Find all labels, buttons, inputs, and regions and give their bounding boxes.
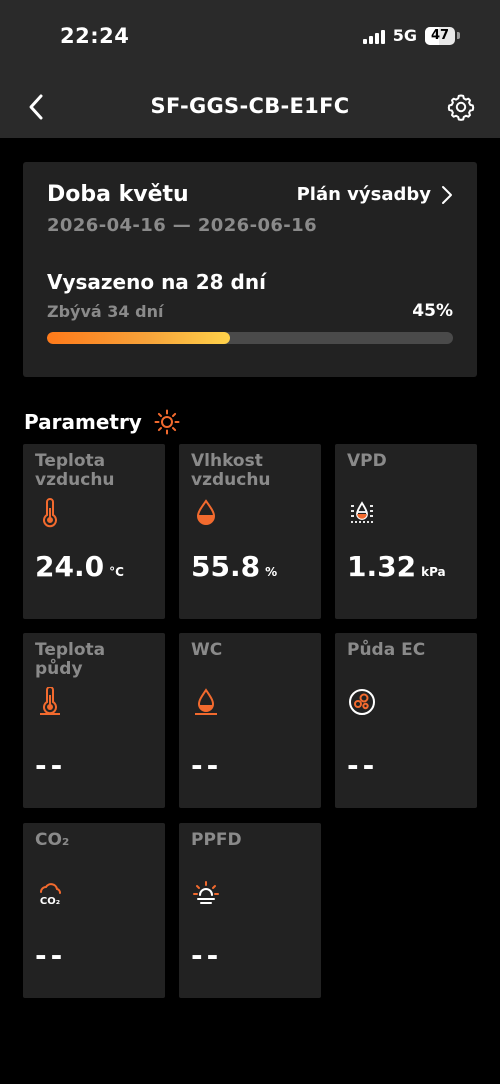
thermometer-icon [43, 498, 57, 528]
bloom-title: Doba květu [47, 182, 189, 207]
tile-label: Vlhkost vzduchu [191, 451, 271, 490]
soil-thermometer-icon [40, 687, 60, 715]
tile-label: Teplota půdy [35, 640, 106, 679]
battery-level: 47 [430, 28, 450, 43]
svg-text:CO₂: CO₂ [40, 896, 60, 907]
air-temperature-tile[interactable]: Teplota vzduchu 24.0 °C [23, 444, 165, 619]
device-detail-screen: 22:24 5G 47 SF-GGS-CB-E1FC Doba květu Pl… [0, 0, 500, 1084]
humidity-drop-icon [196, 499, 216, 525]
water-content-icon [195, 688, 217, 715]
soil-ec-icon [349, 689, 375, 715]
battery-tip [457, 32, 460, 39]
tile-value-empty: -- [35, 939, 67, 972]
bloom-date-range: 2026-04-16 — 2026-06-16 [47, 215, 318, 236]
chevron-right-icon [442, 185, 452, 204]
planting-plan-label: Plán výsadby [296, 184, 431, 205]
status-indicators: 5G 47 [362, 26, 460, 45]
tile-label: VPD [347, 451, 387, 471]
ppfd-tile[interactable]: PPFD -- [179, 823, 321, 998]
tile-label: Půda EC [347, 640, 426, 660]
light-icon [193, 881, 219, 904]
tile-value-number: 24.0 [35, 550, 105, 583]
tile-value-empty: -- [35, 749, 67, 782]
planting-plan-link[interactable]: Plán výsadby [297, 184, 453, 205]
battery-icon: 47 [425, 26, 455, 45]
tile-label: Teplota vzduchu [35, 451, 115, 490]
vpd-tile[interactable]: VPD 1.32 kPa [335, 444, 477, 619]
water-content-tile[interactable]: WC -- [179, 633, 321, 808]
co2-cloud-icon: CO₂ [40, 883, 61, 907]
progress-bar [47, 332, 453, 344]
network-type: 5G [392, 26, 417, 45]
tile-value: 1.32 kPa [347, 550, 446, 583]
gear-icon [447, 94, 475, 121]
tile-value-empty: -- [191, 939, 223, 972]
progress-bar-fill [47, 332, 230, 344]
vpd-icon [351, 501, 373, 523]
signal-icon [362, 28, 385, 44]
tile-value-empty: -- [347, 749, 379, 782]
tile-label: CO₂ [35, 830, 70, 850]
air-humidity-tile[interactable]: Vlhkost vzduchu 55.8 % [179, 444, 321, 619]
tile-label: PPFD [191, 830, 242, 850]
page-title: SF-GGS-CB-E1FC [150, 94, 350, 118]
tile-value-unit: % [265, 565, 278, 579]
parameters-heading: Parametry [24, 409, 180, 435]
tile-value: 55.8 % [191, 550, 277, 583]
tile-value-number: 1.32 [347, 550, 417, 583]
progress-percent: 45% [412, 301, 453, 321]
co2-tile[interactable]: CO₂ CO₂ -- [23, 823, 165, 998]
planted-duration: Vysazeno na 28 dní [47, 270, 266, 294]
tile-value: 24.0 °C [35, 550, 124, 583]
tile-label: WC [191, 640, 223, 660]
settings-button[interactable] [446, 92, 476, 122]
tile-value-unit: °C [109, 565, 124, 579]
soil-temperature-tile[interactable]: Teplota půdy -- [23, 633, 165, 808]
tile-value-unit: kPa [421, 565, 446, 579]
status-time: 22:24 [60, 24, 130, 48]
days-remaining: Zbývá 34 dní [47, 302, 164, 321]
tile-value-number: 55.8 [191, 550, 261, 583]
soil-ec-tile[interactable]: Půda EC -- [335, 633, 477, 808]
header: 22:24 5G 47 SF-GGS-CB-E1FC [0, 0, 500, 138]
parameters-title: Parametry [24, 410, 142, 434]
bloom-period-card: Doba květu Plán výsadby 2026-04-16 — 202… [23, 162, 477, 377]
sun-icon [154, 409, 180, 435]
tile-value-empty: -- [191, 749, 223, 782]
